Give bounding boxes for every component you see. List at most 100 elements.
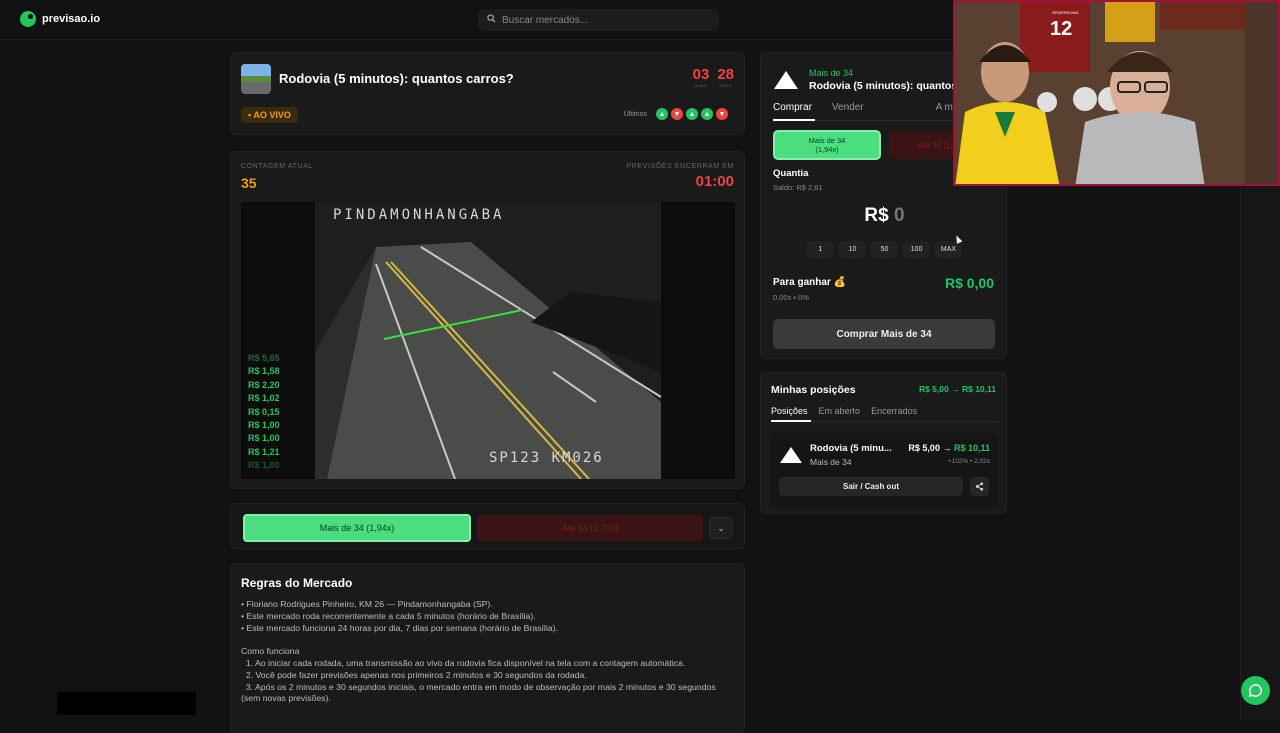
summary-from: R$ 5,00 → [918, 384, 960, 394]
market-header-card: Rodovia (5 minutos): quantos carros? 03 … [230, 52, 745, 135]
amount-value: 0 [894, 205, 905, 226]
search-icon [487, 14, 496, 26]
ticker-item: R$ 5,65 [248, 353, 280, 363]
live-stream-card: CONTAGEM ATUAL 35 PREVISÕES ENCERRAM EM … [230, 151, 745, 489]
buy-button[interactable]: Comprar Mais de 34 [773, 319, 995, 349]
positions-summary: R$ 5,00 → R$ 10,11 [919, 384, 996, 394]
rules-body: • Floriano Rodrigues Pinheiro, KM 26 — P… [241, 599, 736, 705]
ticker-item: R$ 1,00 [248, 460, 280, 471]
rules-line: 3. Após os 2 minutos e 30 segundos inici… [241, 681, 719, 704]
trade-yes-odds: (1,94x) [815, 145, 839, 154]
gain-value: R$ 0,00 [944, 275, 994, 291]
position-value-to: R$ 10,11 [953, 443, 990, 453]
summary-to: R$ 10,11 [961, 384, 996, 394]
timer-seconds-label: SECS [719, 83, 733, 88]
position-title: Rodovia (5 minu... [810, 443, 892, 454]
rules-line [241, 634, 736, 646]
closing-label: PREVISÕES ENCERRAM EM [626, 163, 734, 170]
balance-text: Saldo: R$ 2,61 [773, 183, 823, 192]
ticker-item: R$ 1,58 [248, 366, 280, 377]
jersey-number: 12 [1050, 18, 1073, 40]
webcam-overlay: SPIDERKONG 12 [953, 0, 1280, 186]
trade-tabs: Comprar Vender A mercado [773, 102, 983, 113]
tab-vender[interactable]: Vender [832, 102, 864, 113]
chat-icon[interactable] [1241, 676, 1270, 705]
positions-tabs: Posições Em aberto Encerrados [771, 406, 917, 416]
ticker-item: R$ 1,00 [248, 433, 280, 444]
timer-minutes-label: MINS [694, 83, 707, 88]
positions-active-tab-indicator [771, 420, 811, 422]
quantity-label: Quantia [773, 168, 809, 179]
trade-subtitle: Mais de 34 [809, 68, 854, 78]
trade-yes-label: Mais de 34 [808, 136, 846, 145]
rules-line: Como funciona [241, 646, 300, 657]
market-triangle-icon [780, 447, 802, 463]
camera-code-label: SP123 KM026 [489, 450, 604, 466]
trade-yes-button[interactable]: Mais de 34 (1,94x) [773, 130, 881, 160]
brand-logo[interactable]: previsao.io [20, 11, 100, 27]
timer-seconds: 28 [717, 66, 734, 83]
chip-50[interactable]: 50 [871, 241, 898, 258]
jersey-name: SPIDERKONG [1052, 10, 1079, 15]
highway-video[interactable]: PINDAMONHANGABA SP123 KM026 R$ 5,65 R$ 1… [241, 202, 735, 479]
chip-max[interactable]: MAX [935, 241, 962, 258]
cashout-button[interactable]: Sair / Cash out [779, 477, 963, 496]
gain-label: Para ganhar 💰 [773, 277, 847, 288]
tab-encerrados[interactable]: Encerrados [871, 406, 917, 416]
ticker-item: R$ 1,00 [248, 420, 280, 431]
tab-em-aberto[interactable]: Em aberto [819, 406, 861, 416]
market-thumbnail [241, 64, 271, 94]
brand-name: previsao.io [42, 13, 101, 25]
chip-1[interactable]: 1 [807, 241, 834, 258]
search-input[interactable]: Buscar mercados... [478, 9, 719, 31]
tab-posicoes[interactable]: Posições [771, 406, 808, 416]
ticker-item: R$ 1,02 [248, 393, 280, 404]
rules-line: • Este mercado funciona 24 horas por dia… [241, 622, 558, 633]
ticker-item: R$ 0,15 [248, 406, 280, 417]
position-value-from: R$ 5,00 → [908, 443, 952, 453]
rules-line: 1. Ao iniciar cada rodada, uma transmiss… [241, 657, 686, 668]
ticker-item: R$ 2,20 [248, 379, 280, 390]
positions-title: Minhas posições [771, 384, 856, 396]
amount-input[interactable]: R$ 0 [761, 205, 1008, 227]
result-up-icon: ▲ [686, 108, 698, 120]
bet-ticker: R$ 5,65 R$ 1,58 R$ 2,20 R$ 1,02 R$ 0,15 … [248, 352, 280, 473]
bet-options-row: Mais de 34 (1,94x) Até 34 (1,79x) ⌄ [230, 503, 745, 549]
active-tab-indicator [773, 119, 815, 121]
position-value: R$ 5,00 → R$ 10,11 [908, 443, 990, 453]
camera-location-label: PINDAMONHANGABA [333, 207, 505, 223]
chip-10[interactable]: 10 [839, 241, 866, 258]
share-icon[interactable] [970, 477, 989, 496]
quick-amount-chips: 1 10 50 100 MAX [807, 241, 962, 258]
chip-100[interactable]: 100 [903, 241, 930, 258]
round-timer: 03 MINS 28 SECS [692, 66, 734, 89]
bet-no-button[interactable]: Até 34 (1,79x) [477, 515, 703, 541]
result-down-icon: ▼ [671, 108, 683, 120]
closing-countdown: 01:00 [695, 173, 734, 190]
tab-comprar[interactable]: Comprar [773, 102, 812, 113]
market-triangle-icon [774, 71, 798, 89]
position-meta: +102% • 2,02x [947, 458, 990, 465]
bet-yes-button[interactable]: Mais de 34 (1,94x) [243, 514, 471, 542]
result-down-icon: ▼ [716, 108, 728, 120]
rules-line: 2. Você pode fazer previsões apenas nos … [241, 669, 587, 680]
market-rules-card: Regras do Mercado • Floriano Rodrigues P… [230, 563, 745, 733]
rules-line: • Floriano Rodrigues Pinheiro, KM 26 — P… [241, 599, 493, 609]
rules-title: Regras do Mercado [241, 576, 353, 590]
redacted-box [57, 692, 196, 715]
chevron-down-icon[interactable]: ⌄ [709, 517, 733, 539]
gain-multiplier: 0,00x • 0% [773, 293, 809, 302]
rules-line: • Este mercado roda recorrentemente a ca… [241, 610, 536, 621]
result-up-icon: ▲ [656, 108, 668, 120]
recent-label: Últimos [623, 110, 647, 118]
position-item[interactable]: Rodovia (5 minu... Mais de 34 R$ 5,00 → … [771, 433, 998, 507]
search-placeholder: Buscar mercados... [502, 14, 589, 26]
live-badge: • AO VIVO [241, 107, 298, 123]
logo-icon [20, 11, 36, 27]
recent-results: Últimos ▲ ▼ ▲ ▲ ▼ [624, 108, 728, 120]
market-title: Rodovia (5 minutos): quantos carros? [279, 71, 514, 86]
positions-card: Minhas posições R$ 5,00 → R$ 10,11 Posiç… [760, 372, 1007, 514]
timer-minutes: 03 [692, 66, 710, 83]
count-label: CONTAGEM ATUAL [241, 163, 313, 170]
ticker-item: R$ 1,21 [248, 446, 280, 457]
